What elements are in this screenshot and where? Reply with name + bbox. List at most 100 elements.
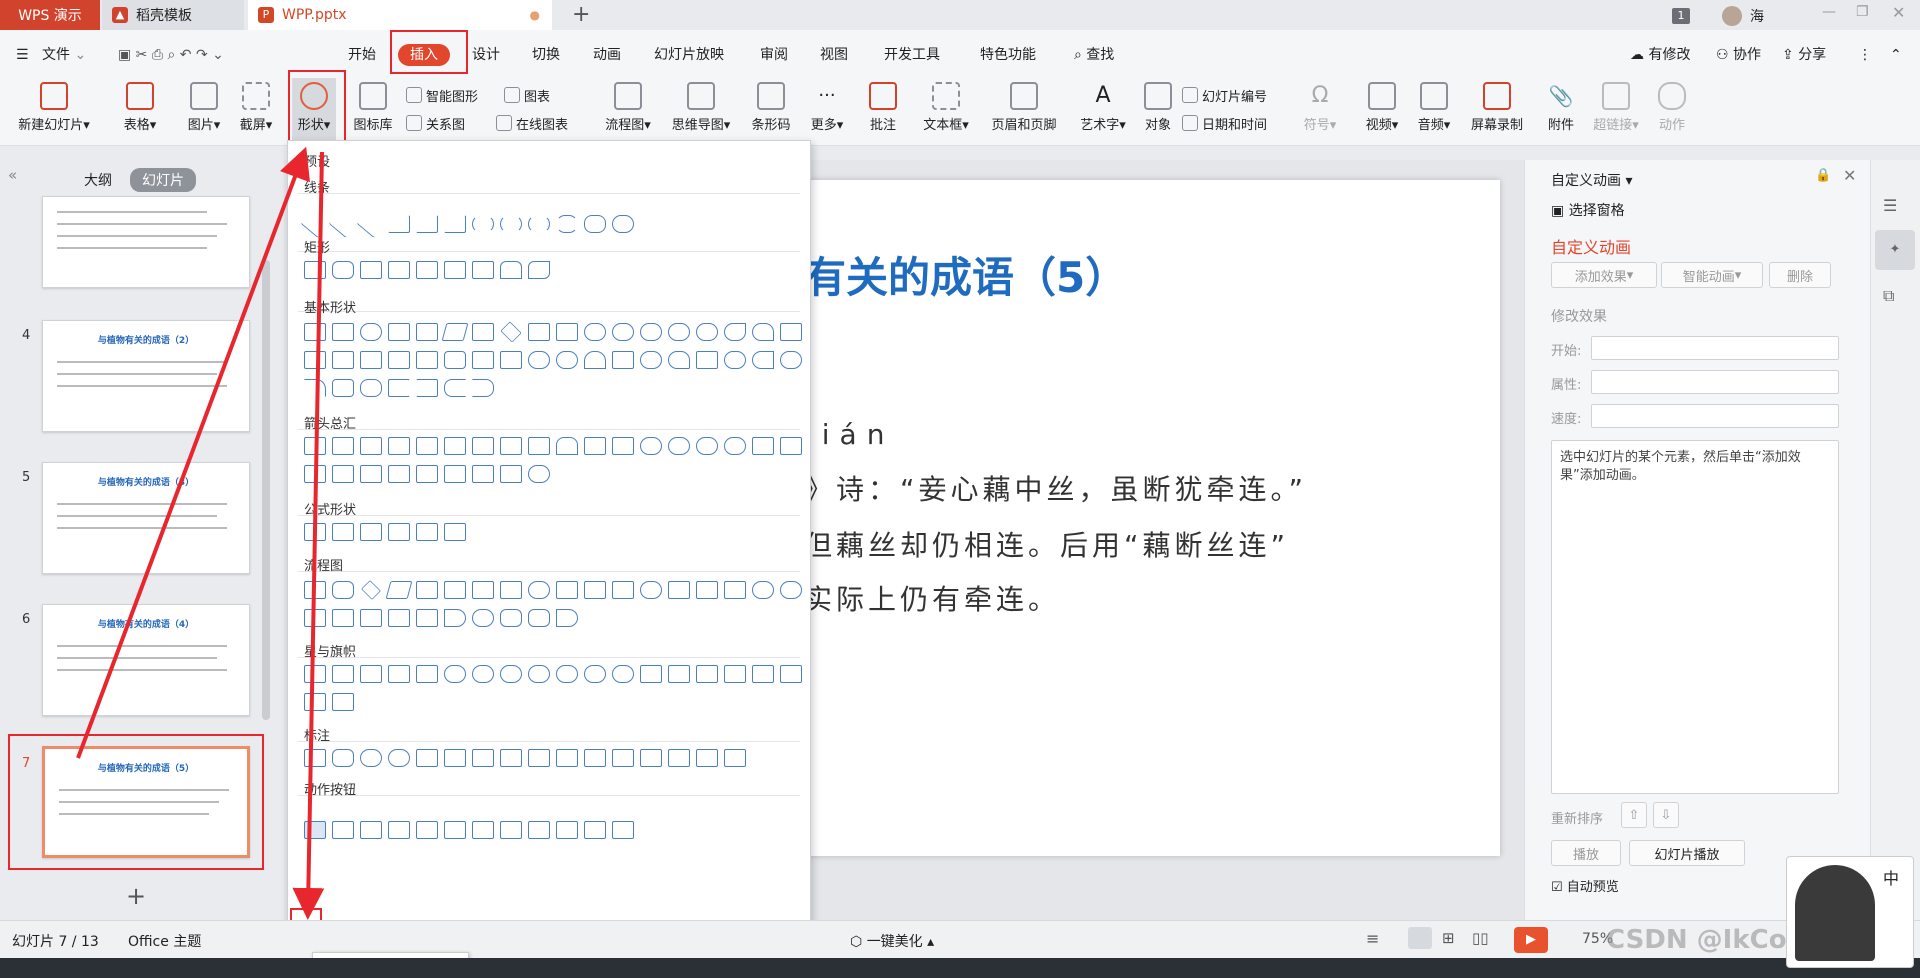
heart-shape[interactable] [668, 351, 690, 369]
tab-file[interactable]: P WPP.pptx ● [248, 0, 552, 30]
menu-transition[interactable]: 切换 [532, 44, 560, 66]
textbox-shape[interactable] [304, 323, 326, 341]
can-shape[interactable] [444, 351, 466, 369]
flowchart-document-shape[interactable] [472, 581, 494, 599]
pentagon-arrow-shape[interactable] [304, 465, 326, 483]
elbow-connector-shape[interactable] [388, 215, 410, 233]
action-button-return-shape[interactable] [472, 821, 494, 839]
star-16-point-shape[interactable] [556, 665, 578, 683]
close-panel-icon[interactable]: ✕ [1843, 166, 1856, 185]
flowchart-or-shape[interactable] [780, 581, 802, 599]
up-down-arrow-shape[interactable] [444, 437, 466, 455]
flowchart-collate-shape[interactable] [304, 609, 326, 627]
cloud-callout-shape[interactable] [388, 749, 410, 767]
autopreview-checkbox[interactable]: ☑ 自动预览 [1551, 876, 1619, 895]
audio-button[interactable]: 音频▾ [1412, 82, 1456, 133]
datetime-button[interactable]: 日期和时间 [1182, 112, 1267, 134]
folded-corner-shape[interactable] [612, 351, 634, 369]
flowchart-preparation-shape[interactable] [556, 581, 578, 599]
more-icon[interactable]: ⋮ [1858, 44, 1872, 66]
action-button-home-shape[interactable] [416, 821, 438, 839]
chord-shape[interactable] [724, 323, 746, 341]
curved-connector-shape[interactable] [472, 215, 494, 233]
flowchart-button[interactable]: 流程图▾ [598, 82, 658, 133]
left-arrow-callout-shape[interactable] [388, 465, 410, 483]
flowchart-summing-junction-shape[interactable] [752, 581, 774, 599]
table-button[interactable]: 表格▾ [118, 82, 162, 133]
line-callout-border-4-shape[interactable] [724, 749, 746, 767]
line-callout-accent-1-shape[interactable] [528, 749, 550, 767]
slide-thumbnail-4[interactable]: 与植物有关的成语（2） [42, 320, 250, 432]
lightning-bolt-shape[interactable] [696, 351, 718, 369]
striped-right-arrow-shape[interactable] [752, 437, 774, 455]
flowchart-stored-data-shape[interactable] [416, 609, 438, 627]
flowchart-internal-storage-shape[interactable] [444, 581, 466, 599]
speed-select[interactable] [1591, 404, 1839, 428]
flowchart-alternate-process-shape[interactable] [332, 581, 354, 599]
right-bracket-shape[interactable] [416, 379, 438, 397]
barcode-button[interactable]: 条形码 [748, 82, 794, 133]
down-arrow-shape[interactable] [388, 437, 410, 455]
round-diagonal-shape[interactable] [528, 261, 550, 279]
star-5-shape[interactable] [388, 665, 410, 683]
action-button-forward-shape[interactable] [332, 821, 354, 839]
plus-shape[interactable] [304, 523, 326, 541]
flowchart-merge-shape[interactable] [388, 609, 410, 627]
menu-modified[interactable]: ☁ 有修改 [1630, 44, 1690, 66]
flowchart-connector-shape[interactable] [640, 581, 662, 599]
smiley-face-shape[interactable] [640, 351, 662, 369]
new-tab-icon[interactable]: + [572, 2, 590, 27]
star-5-point-shape[interactable] [332, 665, 354, 683]
star-7-point-shape[interactable] [444, 665, 466, 683]
flowchart-display-shape[interactable] [556, 609, 578, 627]
flowchart-multidocument-shape[interactable] [500, 581, 522, 599]
close-icon[interactable]: ✕ [1892, 3, 1905, 22]
flowchart-offpage-connector-shape[interactable] [668, 581, 690, 599]
wordart-button[interactable]: A 艺术字▾ [1074, 82, 1132, 133]
rounded-rectangular-callout-shape[interactable] [332, 749, 354, 767]
rounded-rectangle-shape[interactable] [332, 261, 354, 279]
round-single-corner-shape[interactable] [472, 261, 494, 279]
relation-button[interactable]: 关系图 [406, 112, 465, 134]
theme-name[interactable]: Office 主题 [128, 931, 201, 951]
flowchart-manual-operation-shape[interactable] [612, 581, 634, 599]
transition-icon[interactable]: ⧉ [1883, 286, 1894, 306]
textbox-button[interactable]: 文本框▾ [918, 82, 974, 133]
quad-arrow-callout-shape[interactable] [500, 465, 522, 483]
action-button-custom-shape[interactable] [612, 821, 634, 839]
menu-features[interactable]: 特色功能 [980, 44, 1036, 66]
up-arrow-shape[interactable] [360, 437, 382, 455]
scribble-shape[interactable] [612, 215, 634, 233]
star-24-point-shape[interactable] [584, 665, 606, 683]
freeform-shape[interactable] [584, 215, 606, 233]
bevel-shape[interactable] [500, 351, 522, 369]
left-right-up-arrow-shape[interactable] [500, 437, 522, 455]
slide[interactable]: 有关的成语（5） lián 》诗：“妾心藕中丝，虽断犹牵连。” 但藕丝却仍相连。… [740, 180, 1500, 856]
flowchart-process-shape[interactable] [304, 581, 326, 599]
menu-slideshow[interactable]: 幻灯片放映 [654, 44, 724, 66]
action-button-movie-shape[interactable] [500, 821, 522, 839]
animation-star-icon[interactable]: ✦ [1875, 230, 1915, 270]
action-button-end-shape[interactable] [388, 821, 410, 839]
curved-double-arrow-shape[interactable] [528, 215, 550, 233]
divide-shape[interactable] [388, 523, 410, 541]
action-button[interactable]: 动作 [1654, 82, 1690, 133]
flowchart-direct-access-storage-shape[interactable] [528, 609, 550, 627]
notched-right-arrow-shape[interactable] [780, 437, 802, 455]
quad-arrow-shape[interactable] [472, 437, 494, 455]
chevron-shape[interactable] [332, 465, 354, 483]
flowchart-decision-shape[interactable] [361, 580, 381, 600]
slide-thumbnail-3[interactable] [42, 196, 250, 288]
double-arrow-line-shape[interactable] [356, 210, 386, 238]
no-symbol-shape[interactable] [556, 351, 578, 369]
line-callout-1-shape[interactable] [416, 749, 438, 767]
teardrop-shape[interactable] [752, 323, 774, 341]
explosion-shape[interactable] [304, 665, 326, 683]
mindmap-button[interactable]: 思维导图▾ [664, 82, 738, 133]
delete-button[interactable]: 删除 [1769, 262, 1831, 288]
curved-down-arrow-shape[interactable] [724, 437, 746, 455]
select-pane-button[interactable]: ▣ 选择窗格 [1551, 200, 1625, 220]
normal-view-icon[interactable] [1408, 927, 1432, 949]
left-arrow-shape[interactable] [332, 437, 354, 455]
menu-animation[interactable]: 动画 [593, 44, 621, 66]
